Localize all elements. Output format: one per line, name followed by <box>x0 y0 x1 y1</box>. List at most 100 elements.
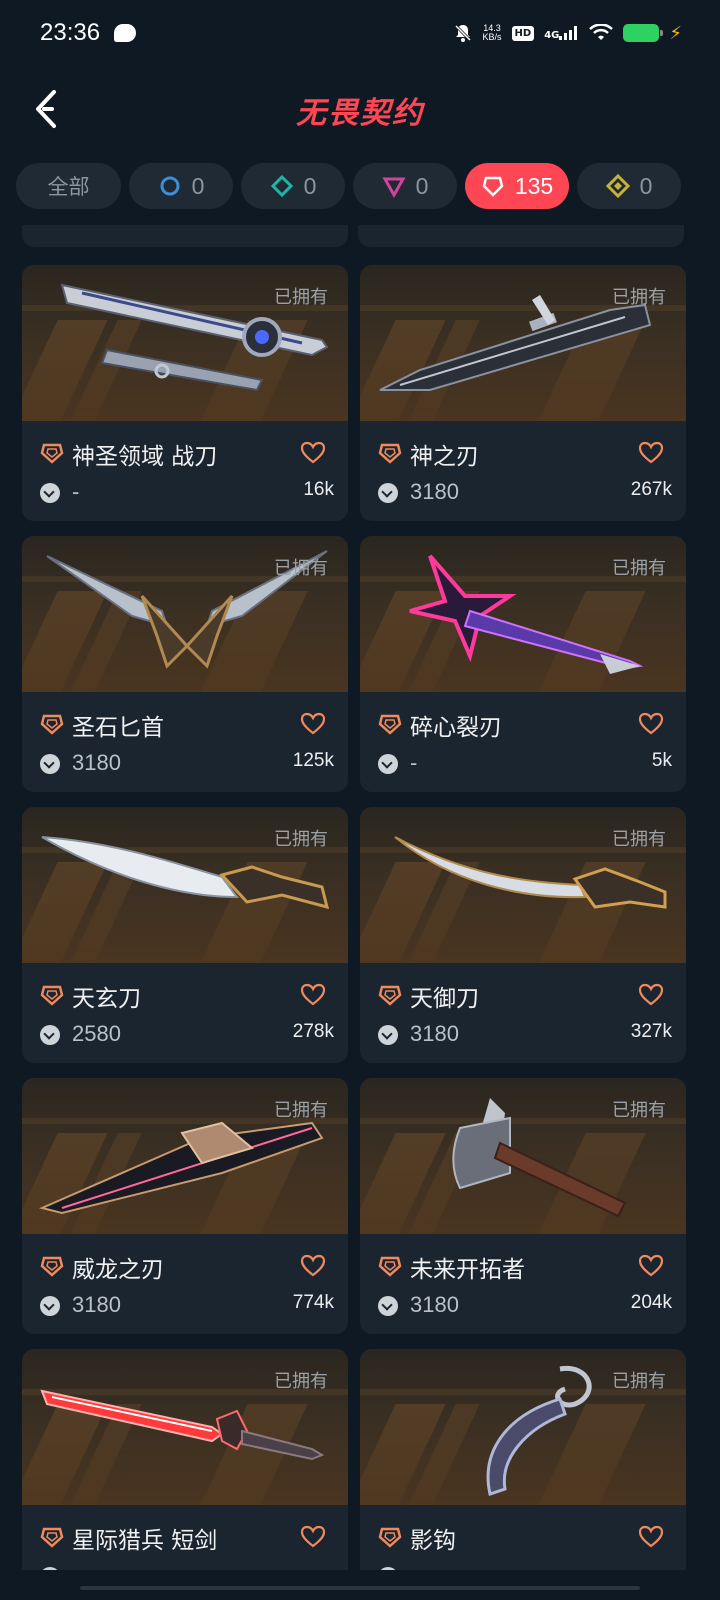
filter-deluxe-tier-chip[interactable]: 0 <box>241 163 345 209</box>
valorant-points-icon <box>378 1567 398 1570</box>
skin-card[interactable]: 已拥有威龙之刃 3180 774k <box>22 1078 348 1334</box>
top-bar: 无畏契约 <box>0 70 720 150</box>
skin-name: 天玄刀 <box>72 986 141 1012</box>
exclusive-tier-icon <box>40 1256 64 1277</box>
skin-artwork: 已拥有 <box>360 1078 686 1234</box>
owned-badge: 已拥有 <box>612 1371 666 1392</box>
skin-name: 神圣领域 战刀 <box>72 444 218 470</box>
skin-artwork: 已拥有 <box>22 265 348 421</box>
square-diamond-tier-icon <box>605 174 630 198</box>
heart-icon[interactable] <box>300 983 326 1007</box>
skin-card[interactable]: 已拥有 星际猎兵 短剑 <box>22 1349 348 1570</box>
owned-badge: 已拥有 <box>612 1100 666 1121</box>
skin-card[interactable]: 已拥有圣石匕首 3180 125k <box>22 536 348 792</box>
skin-price: - <box>410 750 418 775</box>
like-count: 278k <box>292 1021 334 1042</box>
like-count: 267k <box>630 479 672 500</box>
exclusive-tier-icon <box>378 1256 402 1277</box>
skin-name: 威龙之刃 <box>72 1257 164 1283</box>
battery-icon <box>623 24 664 42</box>
like-count: 327k <box>630 1021 672 1042</box>
clock: 23:36 <box>40 19 101 46</box>
valorant-points-icon <box>40 1296 60 1316</box>
owned-badge: 已拥有 <box>274 1100 328 1121</box>
heart-icon[interactable] <box>638 712 664 736</box>
like-count: 5k <box>651 750 672 771</box>
skin-info: 天玄刀 2580 278k <box>22 963 348 1063</box>
filter-exclusive-tier-chip[interactable]: 135 <box>465 163 569 209</box>
exclusive-tier-icon <box>40 1527 64 1548</box>
skin-card[interactable]: 已拥有 神之刃 3180 267k <box>360 265 686 521</box>
skin-artwork: 已拥有 <box>22 807 348 963</box>
skin-card[interactable]: 已拥有影钩 <box>360 1349 686 1570</box>
heart-icon[interactable] <box>300 441 326 465</box>
charging-icon: ⚡ <box>669 22 682 44</box>
filter-all-chip[interactable]: 全部 <box>16 163 121 209</box>
skin-artwork: 已拥有 <box>22 536 348 692</box>
valorant-points-icon <box>40 483 60 503</box>
skin-artwork: 已拥有 <box>22 1078 348 1234</box>
like-count: 16k <box>303 479 334 500</box>
heart-icon[interactable] <box>300 712 326 736</box>
owned-badge: 已拥有 <box>612 829 666 850</box>
skin-name: 圣石匕首 <box>72 715 164 741</box>
skin-price: 3180 <box>410 479 459 504</box>
heart-icon[interactable] <box>638 983 664 1007</box>
owned-badge: 已拥有 <box>274 287 328 308</box>
skin-info: 星际猎兵 短剑 <box>22 1505 348 1570</box>
exclusive-tier-icon <box>378 985 402 1006</box>
owned-badge: 已拥有 <box>612 558 666 579</box>
heart-icon[interactable] <box>638 441 664 465</box>
skin-info: 神圣领域 战刀 - 16k <box>22 421 348 521</box>
wifi-icon <box>589 24 614 40</box>
filter-premium-tier-chip[interactable]: 0 <box>353 163 457 209</box>
skin-grid: 已拥有 神圣领域 战刀 -16k 已拥有 神之刃 3180 267k 已拥有 圣石匕首 3180 1… <box>22 265 698 1570</box>
status-bar: 23:36 14.3 KB/s HD 4G ⚡ <box>0 0 720 66</box>
like-count: 774k <box>292 1292 334 1313</box>
filter-select-tier-chip[interactable]: 0 <box>129 163 233 209</box>
skin-info: 神之刃 3180 267k <box>360 421 686 521</box>
skin-info: 圣石匕首 3180 125k <box>22 692 348 792</box>
filter-ultra-tier-chip[interactable]: 0 <box>577 163 681 209</box>
exclusive-tier-icon <box>378 714 402 735</box>
skin-card[interactable]: 已拥有未来开拓者 3180 204k <box>360 1078 686 1334</box>
heart-icon[interactable] <box>638 1254 664 1278</box>
skin-name: 天御刀 <box>410 986 479 1012</box>
skin-price: 2580 <box>72 1021 121 1046</box>
skin-card[interactable]: 已拥有天玄刀 2580 278k <box>22 807 348 1063</box>
skin-artwork: 已拥有 <box>360 1349 686 1505</box>
valorant-points-icon <box>378 483 398 503</box>
skin-price: 3180 <box>410 1292 459 1317</box>
skin-grid-scroll[interactable]: 已拥有 神圣领域 战刀 -16k 已拥有 神之刃 3180 267k 已拥有 圣石匕首 3180 1… <box>0 225 720 1570</box>
skin-info: 未来开拓者 3180 204k <box>360 1234 686 1334</box>
heart-icon[interactable] <box>300 1254 326 1278</box>
triangle-tier-icon <box>382 177 406 198</box>
heart-icon[interactable] <box>300 1525 326 1549</box>
skin-artwork: 已拥有 <box>360 807 686 963</box>
skin-artwork: 已拥有 <box>360 265 686 421</box>
skin-card[interactable]: 已拥有碎心裂刃 - 5k <box>360 536 686 792</box>
heart-icon[interactable] <box>638 1525 664 1549</box>
skin-price: - <box>72 479 80 504</box>
tier-filter-bar: 全部 0 0 0 135 0 <box>16 163 706 209</box>
skin-info: 影钩 <box>360 1505 686 1570</box>
circle-tier-icon <box>160 176 180 196</box>
owned-badge: 已拥有 <box>274 829 328 850</box>
skin-name: 影钩 <box>410 1528 456 1554</box>
skin-price: 3180 <box>410 1021 459 1046</box>
diamond-tier-icon <box>270 174 293 198</box>
skin-artwork: 已拥有 <box>22 1349 348 1505</box>
skin-name: 碎心裂刃 <box>410 715 502 741</box>
bottom-bar <box>0 1572 720 1600</box>
valorant-points-icon <box>378 754 398 774</box>
valorant-points-icon <box>378 1296 398 1316</box>
chat-bubble-icon <box>114 24 137 42</box>
page-title: 无畏契约 <box>296 96 424 131</box>
exclusive-tier-icon <box>378 443 402 464</box>
skin-card[interactable]: 已拥有神圣领域 战刀 - 16k <box>22 265 348 521</box>
owned-badge: 已拥有 <box>274 558 328 579</box>
previous-row-stub <box>22 225 694 247</box>
valorant-points-icon <box>40 754 60 774</box>
skin-info: 威龙之刃 3180 774k <box>22 1234 348 1334</box>
skin-card[interactable]: 已拥有天御刀 3180 327k <box>360 807 686 1063</box>
